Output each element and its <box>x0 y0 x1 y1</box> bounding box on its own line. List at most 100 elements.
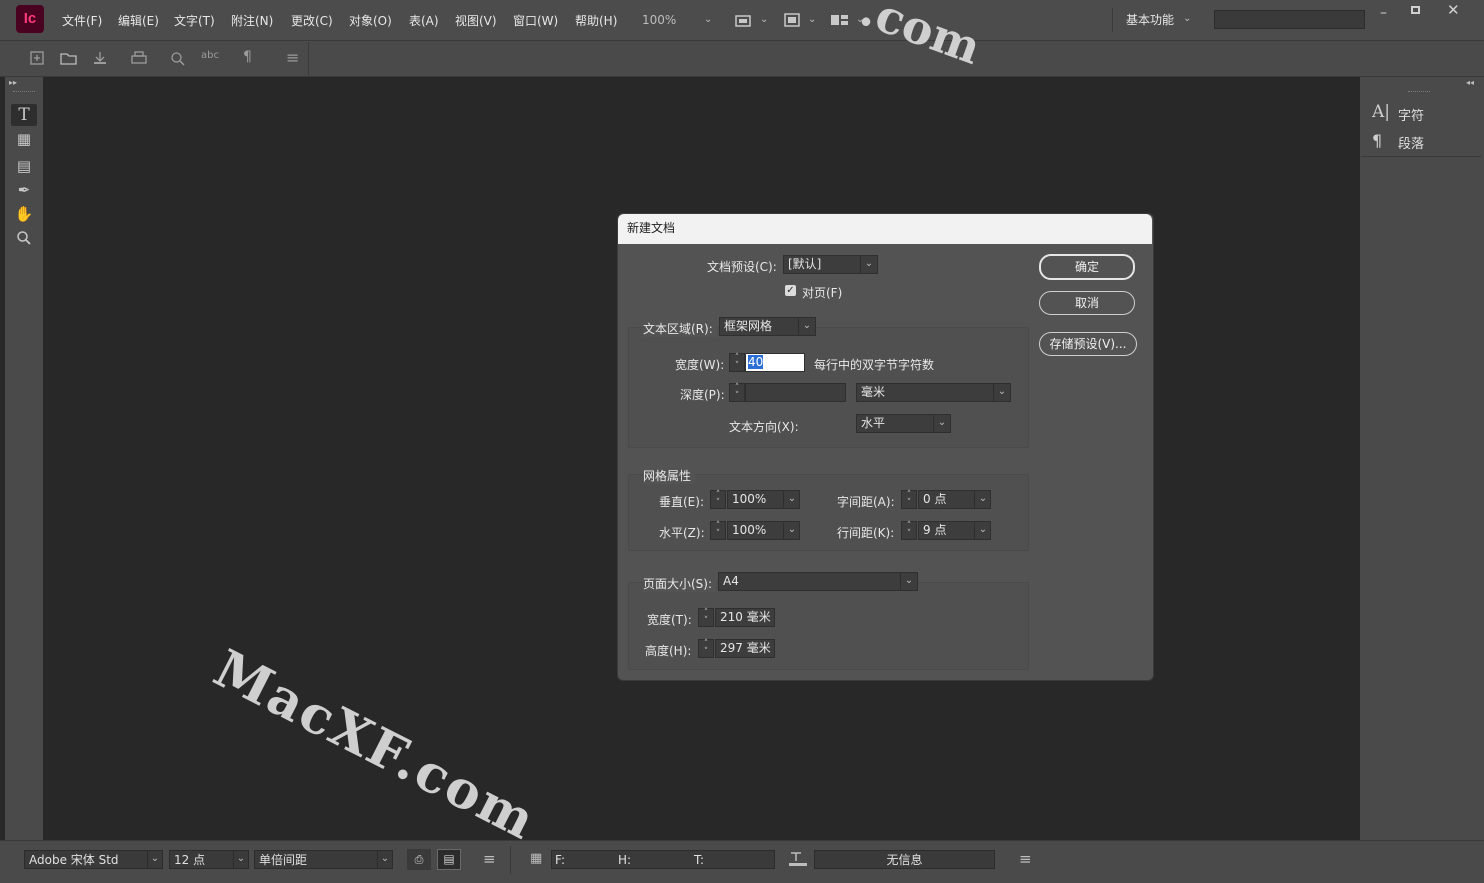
menu-object[interactable]: 对象(O) <box>349 12 392 29</box>
toolbar-divider <box>308 42 309 75</box>
font-family-field[interactable]: Adobe 宋体 Std <box>24 850 163 869</box>
vertical-scale-stepper[interactable]: ˄ ˅ <box>710 490 726 509</box>
font-size-dropdown-icon[interactable]: ⌄ <box>233 850 248 869</box>
panel-grip[interactable] <box>1408 91 1430 94</box>
control-toolbar <box>0 41 1484 77</box>
character-panel-tab[interactable]: 字符 <box>1398 105 1424 124</box>
menu-type[interactable]: 文字(T) <box>174 12 215 29</box>
status-menu-icon[interactable]: ≡ <box>483 850 496 868</box>
depth-unit-dropdown-icon[interactable]: ⌄ <box>993 383 1010 402</box>
zoom-level[interactable]: 100% <box>642 13 676 27</box>
page-height-label: 高度(H): <box>645 644 692 658</box>
status-panel-menu-icon[interactable]: ≡ <box>1019 850 1032 868</box>
hand-tool-icon[interactable]: ✋ <box>14 205 34 223</box>
maximize-icon[interactable] <box>1411 6 1420 14</box>
save-icon[interactable] <box>92 50 108 66</box>
depth-label: 深度(P): <box>680 388 725 402</box>
page-height-input[interactable]: 297 毫米 <box>715 639 775 658</box>
save-preset-button[interactable]: 存储预设(V)... <box>1039 332 1137 356</box>
direction-dropdown-icon[interactable]: ⌄ <box>933 414 950 433</box>
open-folder-icon[interactable] <box>60 51 78 65</box>
dialog-title: 新建文档 <box>618 214 1152 244</box>
page-size-label: 页面大小(S): <box>643 575 717 592</box>
close-window-icon[interactable]: ✕ <box>1447 1 1460 19</box>
line-spacing-stepper[interactable]: ˄ ˅ <box>901 521 917 540</box>
menu-edit[interactable]: 编辑(E) <box>118 12 159 29</box>
vertical-scale-dropdown-icon[interactable]: ⌄ <box>783 490 800 509</box>
width-input[interactable]: 40 <box>745 353 805 372</box>
paragraph-icon[interactable]: ¶ <box>1372 131 1382 150</box>
preset-dropdown-icon[interactable]: ⌄ <box>860 255 877 274</box>
facing-pages-label: 对页(F) <box>802 286 843 300</box>
menu-changes[interactable]: 更改(C) <box>291 12 333 29</box>
new-document-icon[interactable] <box>29 50 45 66</box>
collapse-panels-icon[interactable]: ◂◂ <box>1466 78 1474 87</box>
leading-dropdown-icon[interactable]: ⌄ <box>377 850 392 869</box>
preset-label: 文档预设(C): <box>707 260 777 274</box>
horizontal-scale-dropdown-icon[interactable]: ⌄ <box>783 521 800 540</box>
horizontal-scale-stepper[interactable]: ˄ ˅ <box>710 521 726 540</box>
screen-mode-icon[interactable] <box>783 12 801 28</box>
frame-grid-tool-icon[interactable]: ▦ <box>14 130 34 148</box>
menu-help[interactable]: 帮助(H) <box>575 12 617 29</box>
align-center-grid-icon[interactable]: ⎙ <box>407 849 431 870</box>
view-options-chevron-icon[interactable]: ⌄ <box>760 14 768 25</box>
search-input[interactable] <box>1214 10 1365 29</box>
depth-input[interactable] <box>745 383 846 402</box>
workspace-chevron-icon[interactable]: ⌄ <box>1183 13 1191 24</box>
info-field <box>551 850 775 869</box>
page-width-stepper[interactable]: ˄ ˅ <box>698 608 714 627</box>
menu-notes[interactable]: 附注(N) <box>231 12 273 29</box>
char-spacing-label: 字间距(A): <box>837 495 895 509</box>
leading-field[interactable]: 单倍间距 <box>254 850 393 869</box>
eyedropper-tool-icon[interactable]: ✒ <box>14 181 34 199</box>
app-logo: Ic <box>16 5 44 33</box>
char-spacing-stepper[interactable]: ˄ ˅ <box>901 490 917 509</box>
info-panel-icon: ▦ <box>530 851 543 866</box>
line-spacing-dropdown-icon[interactable]: ⌄ <box>974 521 991 540</box>
text-area-dropdown-icon[interactable]: ⌄ <box>798 317 815 336</box>
depth-stepper[interactable]: ˄ ˅ <box>729 383 745 402</box>
width-unit-text: 每行中的双字节字符数 <box>814 358 935 372</box>
paragraph-panel-tab[interactable]: 段落 <box>1398 133 1424 152</box>
arrange-documents-icon[interactable] <box>830 12 850 28</box>
page-width-input[interactable]: 210 毫米 <box>715 608 775 627</box>
ok-button[interactable]: 确定 <box>1039 254 1135 280</box>
spell-check-icon[interactable]: abc <box>201 50 219 61</box>
facing-pages-checkbox[interactable]: ✓ <box>785 285 796 296</box>
find-icon[interactable] <box>170 51 186 67</box>
type-tool-icon[interactable]: T <box>14 105 34 125</box>
view-options-icon[interactable] <box>734 12 754 28</box>
direction-label: 文本方向(X): <box>729 420 799 434</box>
font-family-dropdown-icon[interactable]: ⌄ <box>147 850 162 869</box>
info-status: 无信息 <box>814 850 995 869</box>
ruler-icon[interactable] <box>788 851 808 867</box>
depth-unit-select[interactable]: 毫米 <box>856 383 1011 402</box>
zoom-dropdown-icon[interactable]: ⌄ <box>704 14 712 25</box>
page-size-select[interactable]: A4 <box>718 572 918 591</box>
pilcrow-icon[interactable]: ¶ <box>243 49 252 65</box>
print-icon[interactable] <box>131 51 147 65</box>
cancel-button[interactable]: 取消 <box>1039 291 1135 315</box>
menu-table[interactable]: 表(A) <box>409 12 439 29</box>
zoom-tool-icon[interactable] <box>16 230 32 246</box>
char-spacing-dropdown-icon[interactable]: ⌄ <box>974 490 991 509</box>
align-full-grid-icon[interactable]: ▤ <box>437 849 461 870</box>
menu-view[interactable]: 视图(V) <box>455 12 497 29</box>
workspace-switcher[interactable]: 基本功能 <box>1126 11 1174 28</box>
line-spacing-label: 行间距(K): <box>837 526 895 540</box>
character-icon[interactable]: A| <box>1372 102 1390 122</box>
status-divider <box>510 846 511 874</box>
screen-mode-chevron-icon[interactable]: ⌄ <box>808 14 816 25</box>
width-stepper[interactable]: ˄ ˅ <box>729 353 745 372</box>
page-width-label: 宽度(T): <box>647 613 692 627</box>
toolbar-menu-icon[interactable]: ≡ <box>286 48 299 67</box>
page-size-dropdown-icon[interactable]: ⌄ <box>900 572 917 591</box>
page-height-stepper[interactable]: ˄ ˅ <box>698 639 714 658</box>
note-tool-icon[interactable]: ▤ <box>14 157 34 175</box>
menu-window[interactable]: 窗口(W) <box>513 12 558 29</box>
minimize-icon[interactable]: – <box>1380 5 1387 21</box>
expand-tools-icon[interactable]: ▸▸ <box>9 78 17 87</box>
menu-file[interactable]: 文件(F) <box>62 12 102 29</box>
tools-grip[interactable] <box>13 91 35 94</box>
